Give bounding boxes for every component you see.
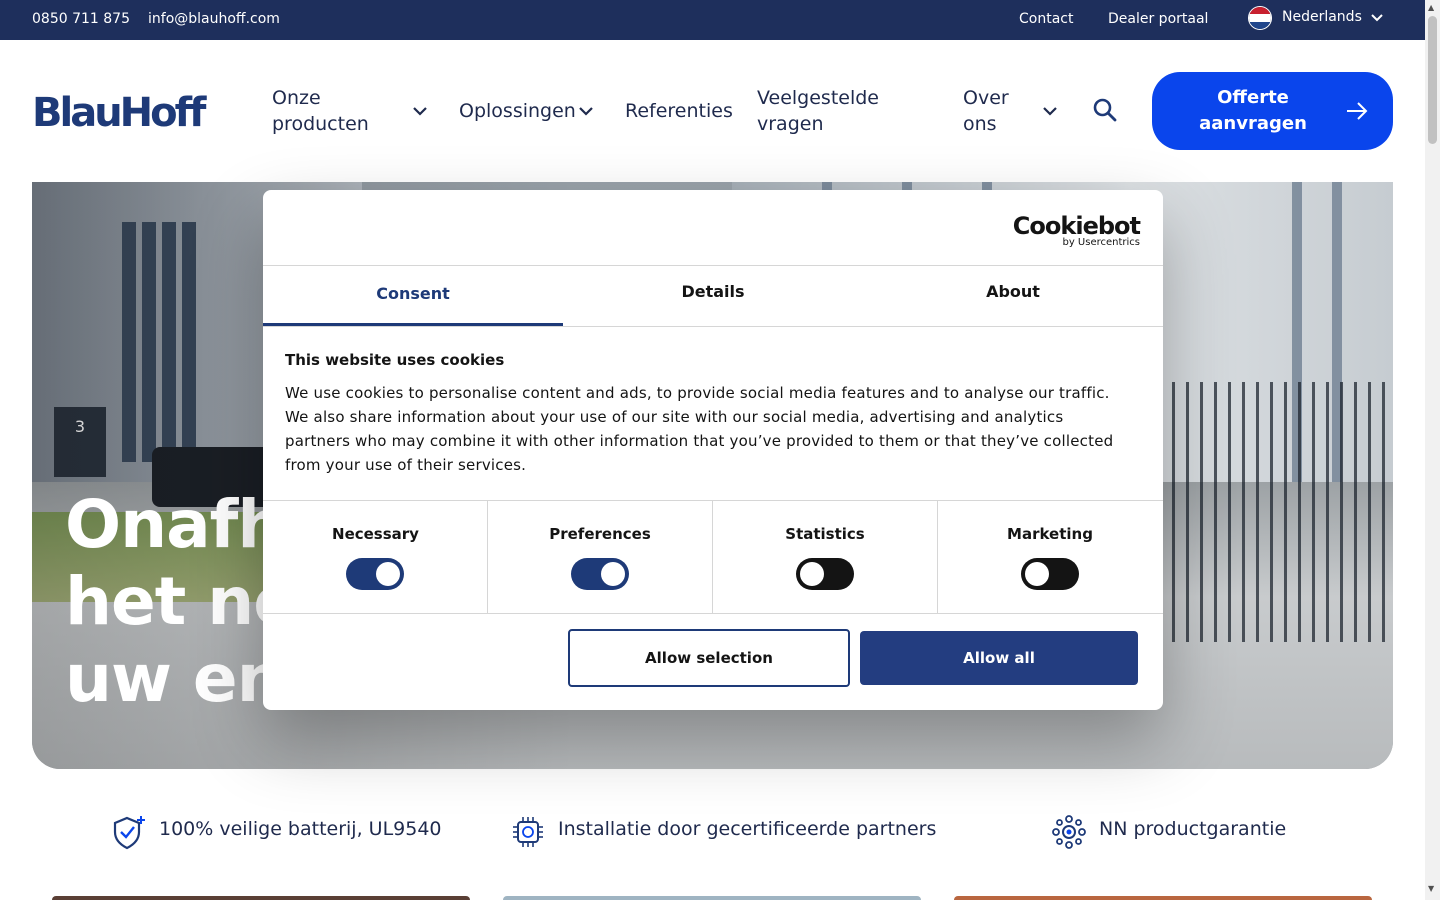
cta-label-line: Offerte: [1217, 87, 1289, 108]
nav-oplossingen[interactable]: Oplossingen: [459, 98, 576, 124]
toggle-preferences: Preferences: [487, 501, 712, 613]
scroll-down-arrow-icon[interactable]: ▼: [1428, 884, 1434, 893]
nav-onze-producten[interactable]: Onze producten: [272, 85, 369, 137]
chevron-down-icon[interactable]: [1370, 11, 1384, 25]
divider: [263, 613, 1163, 614]
allow-selection-button[interactable]: Allow selection: [568, 629, 850, 687]
email-link[interactable]: info@blauhoff.com: [148, 11, 280, 27]
nav-label: Veelgestelde: [757, 87, 879, 109]
divider: [263, 326, 1163, 327]
tab-consent[interactable]: Consent: [263, 266, 563, 326]
nav-label: producten: [272, 113, 369, 135]
dialog-title: This website uses cookies: [285, 351, 505, 369]
cta-label-line: aanvragen: [1199, 113, 1307, 134]
toggle-necessary: Necessary: [263, 501, 488, 613]
blauhoff-logo[interactable]: BlauHoff: [32, 92, 224, 130]
toggle-label: Marketing: [1007, 525, 1093, 543]
toggle-statistics: Statistics: [712, 501, 937, 613]
nav-veelgestelde-vragen[interactable]: Veelgestelde vragen: [757, 85, 879, 137]
chevron-down-icon[interactable]: [1042, 103, 1058, 119]
product-card[interactable]: [52, 896, 470, 900]
netherlands-flag-icon[interactable]: [1248, 6, 1272, 30]
product-card[interactable]: [503, 896, 921, 900]
toggle-label: Preferences: [549, 525, 651, 543]
gear-network-icon: [1052, 815, 1086, 849]
nav-label: Over: [963, 87, 1009, 109]
tab-about[interactable]: About: [863, 266, 1163, 326]
scroll-up-arrow-icon[interactable]: ▲: [1428, 3, 1434, 12]
page-scrollbar[interactable]: ▲ ▼: [1425, 0, 1440, 900]
top-bar: 0850 711 875 info@blauhoff.com Contact D…: [0, 0, 1425, 40]
chevron-down-icon[interactable]: [578, 103, 594, 119]
necessary-switch[interactable]: [346, 558, 404, 590]
toggle-marketing: Marketing: [937, 501, 1162, 613]
chip-icon: [513, 817, 543, 847]
search-icon[interactable]: [1092, 97, 1118, 123]
statistics-switch[interactable]: [796, 558, 854, 590]
toggle-label: Necessary: [332, 525, 419, 543]
feature-label: 100% veilige batterij, UL9540: [159, 818, 442, 840]
nav-label: vragen: [757, 113, 824, 135]
request-quote-button[interactable]: Offerte aanvragen: [1152, 72, 1393, 150]
cta-label: Offerte aanvragen: [1188, 85, 1318, 137]
nav-label: ons: [963, 113, 997, 135]
feature-label: NN productgarantie: [1099, 818, 1287, 840]
cookiebot-brand: Cookiebot: [1012, 212, 1141, 240]
phone-link[interactable]: 0850 711 875: [32, 11, 130, 27]
dealer-portal-link[interactable]: Dealer portaal: [1108, 11, 1208, 27]
nav-over-ons[interactable]: Over ons: [963, 85, 1009, 137]
contact-link[interactable]: Contact: [1019, 11, 1073, 27]
tab-details[interactable]: Details: [563, 266, 863, 326]
cookiebot-logo[interactable]: Cookiebot by Usercentrics: [1012, 212, 1141, 248]
shield-plus-icon: [113, 816, 145, 850]
feature-label: Installatie door gecertificeerde partner…: [558, 818, 937, 840]
chevron-down-icon[interactable]: [412, 103, 428, 119]
cookie-consent-dialog: Cookiebot by Usercentrics Consent Detail…: [263, 190, 1163, 710]
toggle-label: Statistics: [785, 525, 865, 543]
preferences-switch[interactable]: [571, 558, 629, 590]
nav-label: Onze: [272, 87, 321, 109]
allow-all-button[interactable]: Allow all: [860, 631, 1138, 685]
product-card[interactable]: [954, 896, 1372, 900]
logo-text: BlauHoff: [32, 92, 207, 130]
nav-referenties[interactable]: Referenties: [625, 98, 733, 124]
arrow-right-icon: [1347, 102, 1368, 120]
scrollbar-thumb[interactable]: [1428, 16, 1437, 144]
dialog-body-text: We use cookies to personalise content an…: [285, 384, 1114, 474]
language-selector[interactable]: Nederlands: [1282, 9, 1362, 25]
marketing-switch[interactable]: [1021, 558, 1079, 590]
